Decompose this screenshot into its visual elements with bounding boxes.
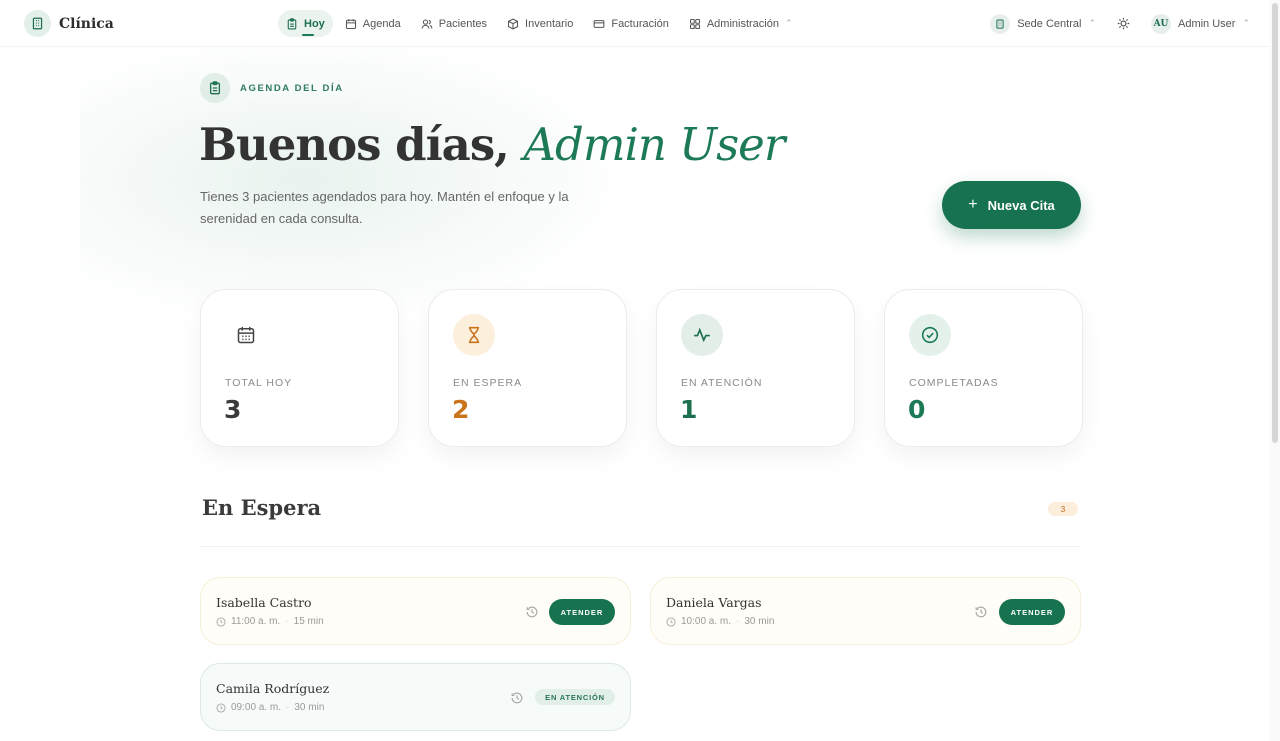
location-label: Sede Central [1017, 17, 1082, 30]
check-circle-icon [909, 314, 951, 356]
building-icon [24, 10, 51, 37]
greeting-text: Buenos días, [199, 118, 510, 171]
brand[interactable]: Clínica [24, 10, 114, 37]
appointment-meta: 10:00 a. m. · 30 min [666, 616, 774, 627]
count-badge: 3 [1048, 502, 1078, 516]
location-selector[interactable]: Sede Central ⌃ [990, 10, 1096, 37]
appointment-time: 10:00 a. m. [681, 616, 732, 627]
brand-name: Clínica [59, 15, 114, 32]
nav-item-hoy[interactable]: Hoy [278, 10, 333, 37]
stat-label: TOTAL HOY [225, 377, 293, 389]
appointment-time: 11:00 a. m. [231, 616, 281, 627]
attend-button[interactable]: ATENDER [999, 599, 1065, 625]
clipboard-icon [200, 73, 230, 103]
building-icon [990, 13, 1011, 34]
stat-value: 1 [680, 395, 698, 424]
stat-card-in-attention: EN ATENCIÓN 1 [656, 289, 855, 447]
nav-item-label: Inventario [525, 17, 574, 30]
patient-name: Camila Rodríguez [216, 681, 330, 696]
appointment-duration: 15 min [293, 616, 324, 627]
nav-item-label: Pacientes [438, 17, 488, 30]
credit-card-icon [593, 19, 605, 28]
stat-label: EN ESPERA [453, 377, 523, 389]
top-navigation: Clínica Hoy Agenda Pacientes Inventario … [0, 0, 1280, 47]
clock-icon [216, 702, 226, 713]
grid-icon [689, 18, 700, 29]
section-title: En Espera [202, 495, 322, 520]
new-appointment-button[interactable]: + Nueva Cita [942, 181, 1081, 229]
separator-dot: · [286, 702, 290, 713]
eyebrow-text: AGENDA DEL DÍA [240, 82, 344, 94]
stat-card-completed: COMPLETADAS 0 [884, 289, 1083, 447]
users-icon [421, 19, 433, 29]
box-icon [508, 18, 519, 29]
nav-item-agenda[interactable]: Agenda [337, 10, 409, 37]
appointment-duration: 30 min [744, 616, 775, 627]
background-glow [80, 30, 640, 330]
nav-item-administracion[interactable]: Administración ⌃ [681, 10, 801, 37]
appointment-meta: 11:00 a. m. · 15 min [216, 616, 324, 627]
stat-value: 0 [908, 395, 926, 424]
scrollbar[interactable] [1270, 0, 1280, 741]
stat-value: 3 [224, 395, 242, 424]
history-icon[interactable] [525, 605, 539, 619]
nav-item-label: Agenda [362, 17, 401, 30]
user-name: Admin User [1177, 17, 1236, 30]
right-nav: Sede Central ⌃ AU Admin User ⌃ [990, 10, 1250, 37]
page-subtitle: Tienes 3 pacientes agendados para hoy. M… [200, 189, 569, 226]
new-appointment-label: Nueva Cita [987, 197, 1055, 213]
scrollbar-thumb[interactable] [1272, 3, 1278, 443]
appointment-meta: 09:00 a. m. · 30 min [216, 702, 324, 713]
nav-item-label: Administración [706, 17, 779, 30]
status-badge: EN ATENCIÓN [535, 689, 615, 705]
history-icon[interactable] [974, 605, 988, 619]
nav-item-facturacion[interactable]: Facturación [585, 10, 676, 37]
theme-toggle[interactable] [1110, 10, 1137, 37]
avatar: AU [1150, 13, 1171, 34]
hourglass-icon [453, 314, 495, 356]
separator-dot: · [736, 616, 740, 627]
calendar-icon [345, 18, 356, 29]
separator-dot: · [285, 616, 289, 627]
appointment-duration: 30 min [294, 702, 325, 713]
activity-icon [681, 314, 723, 356]
appointment-card[interactable]: Isabella Castro 11:00 a. m. · 15 min ATE… [200, 577, 631, 645]
stat-value: 2 [452, 395, 470, 424]
patient-name: Isabella Castro [216, 595, 312, 610]
nav-item-pacientes[interactable]: Pacientes [413, 10, 495, 37]
patient-name: Daniela Vargas [666, 595, 762, 610]
history-icon[interactable] [510, 691, 524, 705]
nav-item-label: Facturación [611, 17, 669, 30]
chevron-updown-icon: ⌃ [784, 18, 793, 28]
divider [200, 546, 1081, 547]
attend-button[interactable]: ATENDER [549, 599, 615, 625]
clock-icon [666, 616, 676, 627]
nav-item-label: Hoy [304, 17, 325, 30]
stat-label: EN ATENCIÓN [681, 377, 763, 389]
nav-item-inventario[interactable]: Inventario [499, 10, 581, 37]
stat-card-waiting: EN ESPERA 2 [428, 289, 627, 447]
stat-label: COMPLETADAS [909, 377, 999, 389]
appointment-card[interactable]: Camila Rodríguez 09:00 a. m. · 30 min EN… [200, 663, 631, 731]
plus-icon: + [968, 196, 978, 213]
main-nav: Hoy Agenda Pacientes Inventario Facturac… [278, 10, 801, 37]
appointment-card[interactable]: Daniela Vargas 10:00 a. m. · 30 min ATEN… [650, 577, 1081, 645]
chevron-updown-icon: ⌃ [1088, 18, 1096, 28]
page-title: Buenos días, Admin User [199, 118, 786, 171]
chevron-updown-icon: ⌃ [1242, 18, 1250, 28]
clock-icon [216, 616, 226, 627]
sun-icon [1117, 17, 1130, 30]
appointment-time: 09:00 a. m. [231, 702, 282, 713]
greeting-name: Admin User [523, 118, 786, 171]
stat-card-total: TOTAL HOY 3 [200, 289, 399, 447]
calendar-icon [225, 314, 267, 356]
eyebrow: AGENDA DEL DÍA [200, 73, 344, 103]
clipboard-icon [287, 17, 297, 29]
user-menu[interactable]: AU Admin User ⌃ [1150, 10, 1250, 37]
